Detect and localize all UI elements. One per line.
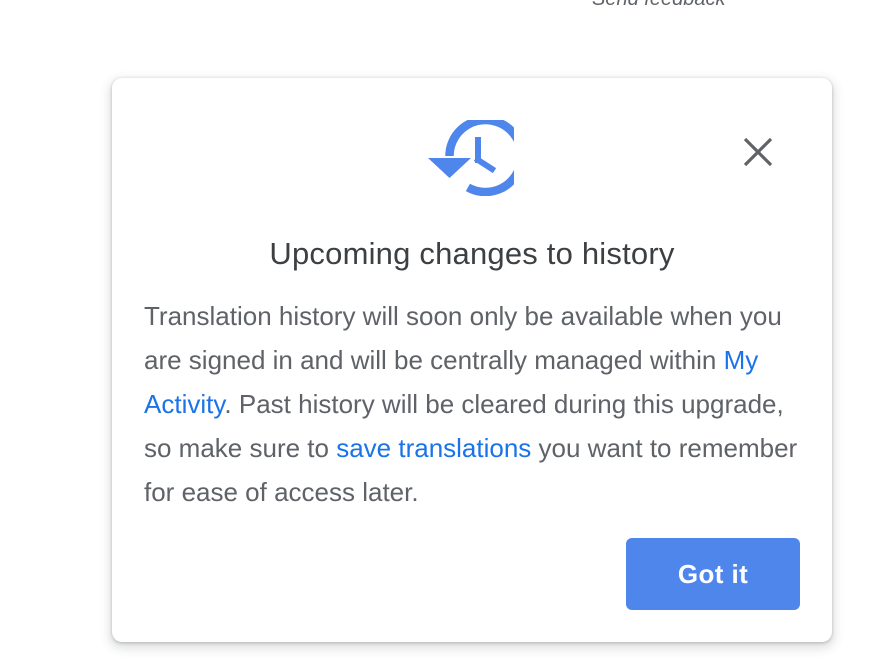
close-icon [743,137,773,172]
history-changes-dialog: Upcoming changes to history Translation … [112,78,832,642]
page: Send feedback Upcoming changes to histor… [0,0,888,664]
send-feedback-link[interactable]: Send feedback [592,0,725,11]
got-it-button[interactable]: Got it [626,538,800,610]
dialog-body-text: Translation history will soon only be av… [144,294,804,514]
body-text-part-1: Translation history will soon only be av… [144,301,782,375]
history-icon [428,115,526,197]
dialog-title: Upcoming changes to history [269,236,675,271]
close-button[interactable] [732,130,784,178]
save-translations-link[interactable]: save translations [336,433,531,463]
